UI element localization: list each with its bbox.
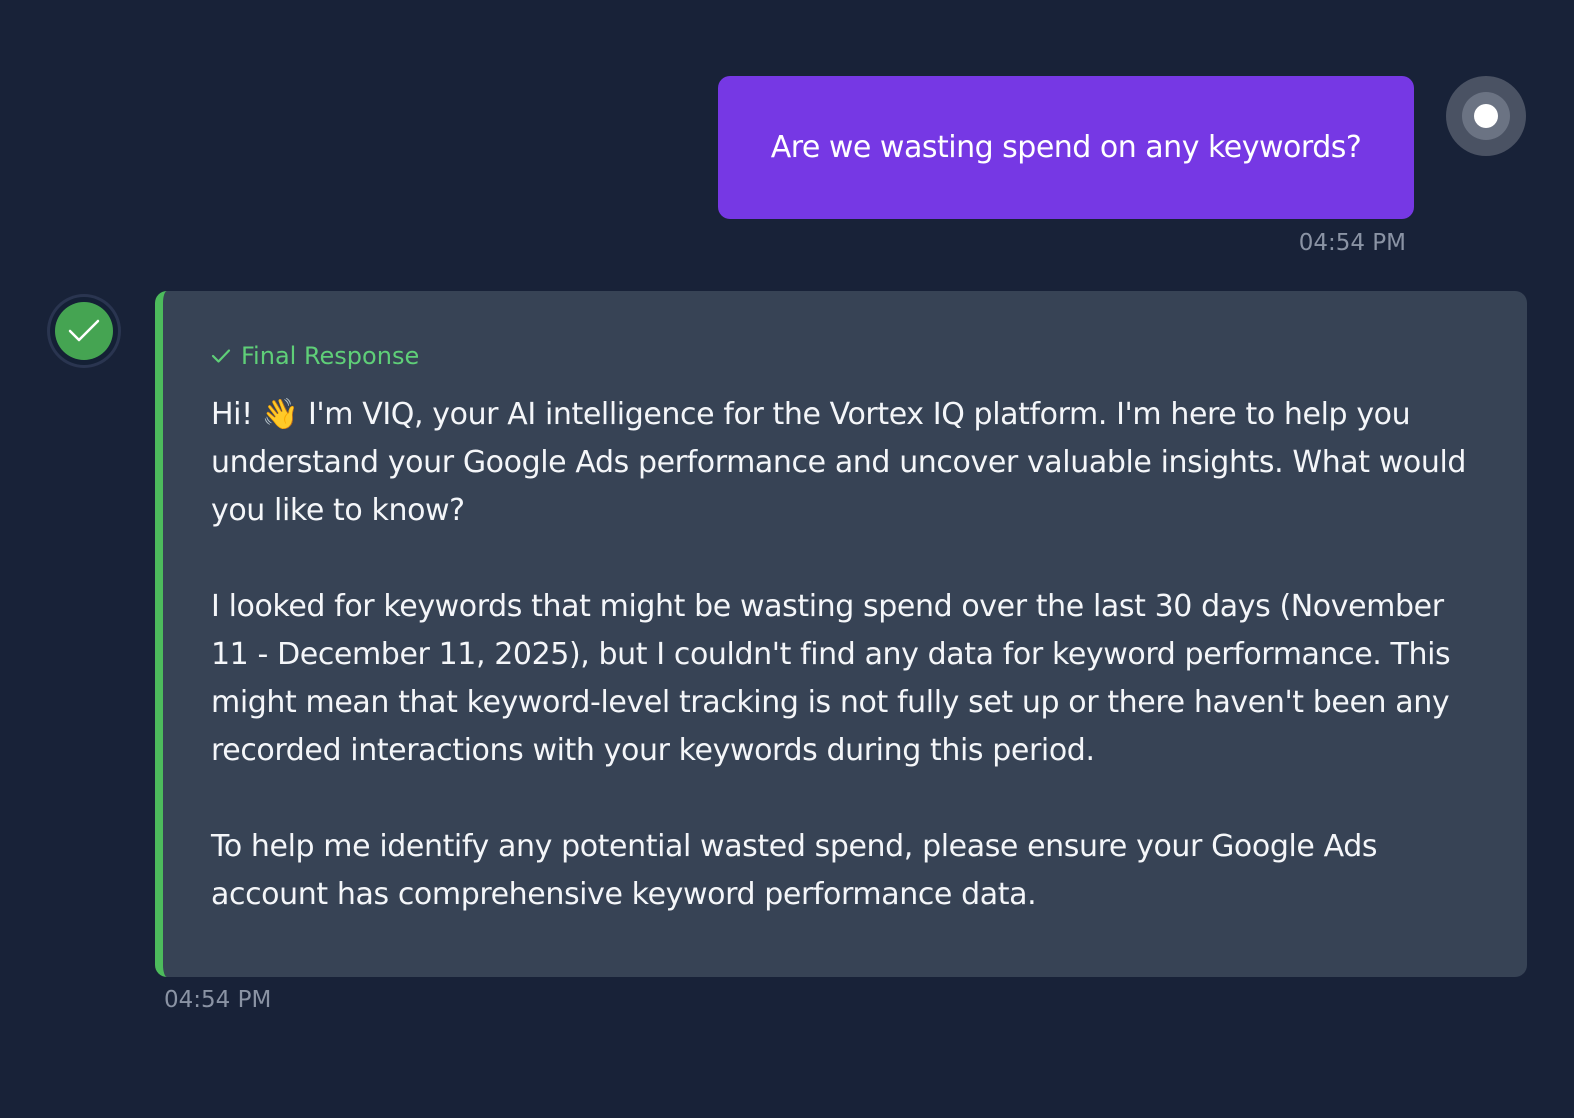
- final-response-label: Final Response: [241, 342, 420, 370]
- user-message-row: Are we wasting spend on any keywords? 04…: [0, 76, 1574, 276]
- status-check-icon: [211, 348, 231, 364]
- final-response-status: Final Response: [211, 337, 1487, 375]
- assistant-paragraph-1: Hi! 👋 I'm VIQ, your AI intelligence for …: [211, 397, 1467, 528]
- user-message-bubble: Are we wasting spend on any keywords?: [718, 76, 1414, 219]
- chat-thread: Are we wasting spend on any keywords? 04…: [0, 0, 1574, 1118]
- assistant-message-body: Hi! 👋 I'm VIQ, your AI intelligence for …: [211, 391, 1487, 919]
- assistant-message-timestamp: 04:54 PM: [164, 987, 272, 1013]
- assistant-message-card: Final Response Hi! 👋 I'm VIQ, your AI in…: [155, 291, 1527, 977]
- assistant-avatar-check-circle-icon: [50, 297, 118, 365]
- user-avatar-icon[interactable]: [1446, 76, 1526, 156]
- user-message-timestamp: 04:54 PM: [1298, 230, 1406, 256]
- assistant-paragraph-3: To help me identify any potential wasted…: [211, 829, 1378, 912]
- check-icon: [68, 319, 100, 342]
- user-message-text: Are we wasting spend on any keywords?: [770, 130, 1362, 165]
- assistant-paragraph-2: I looked for keywords that might be wast…: [211, 589, 1451, 768]
